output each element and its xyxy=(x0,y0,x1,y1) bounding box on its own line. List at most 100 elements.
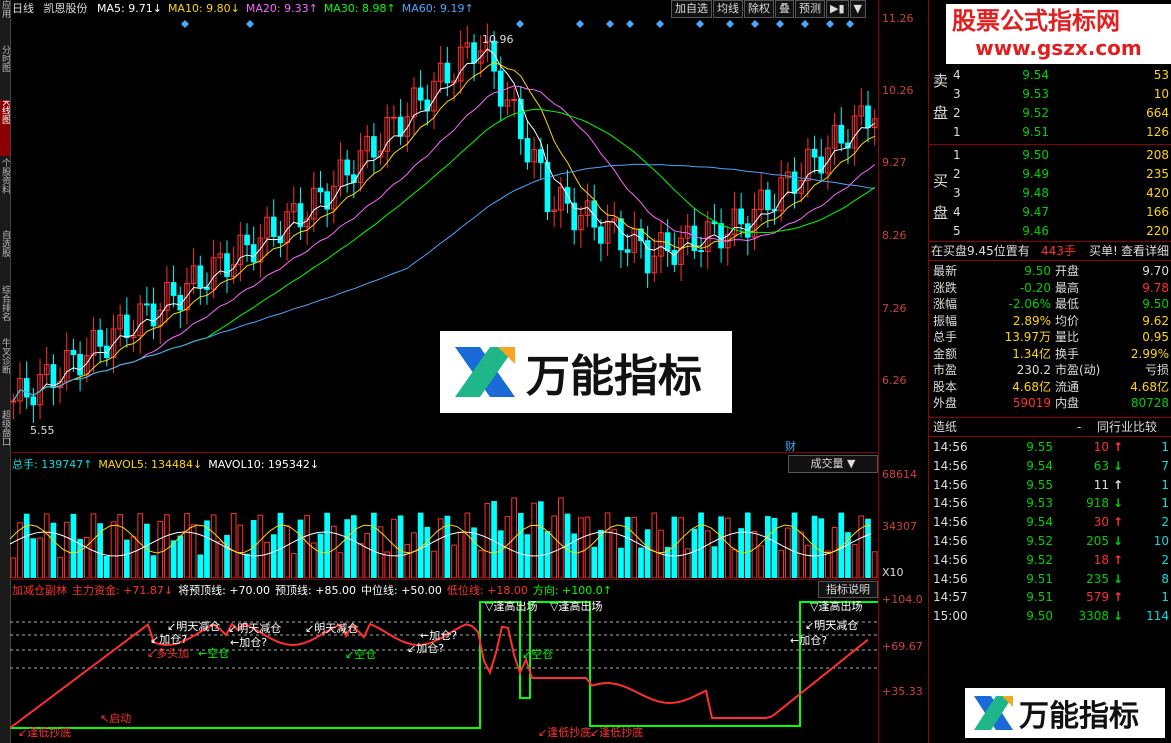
quote-value: 9.70 xyxy=(1142,264,1169,278)
tick-row: 14:56 9.51 235 ↓ 8 xyxy=(929,570,1171,588)
indicator-signal-label: ←加仓? xyxy=(230,636,268,649)
tick-count: 7 xyxy=(1161,458,1169,473)
watermark-logo-icon xyxy=(455,347,515,397)
indicator-help-button[interactable]: 指标说明 xyxy=(818,581,878,598)
level: 2 xyxy=(953,167,961,181)
volume-bar xyxy=(678,517,684,578)
candle-body xyxy=(444,62,451,84)
volume-indicator-select[interactable]: 成交量 ▼ xyxy=(788,455,878,473)
volume-bar xyxy=(197,554,204,578)
left-tab-5[interactable]: 综合排名 xyxy=(0,285,10,336)
left-tab-0[interactable]: 应用 xyxy=(0,0,10,43)
toolbar-button[interactable]: 除权 xyxy=(744,0,774,18)
tick-volume: 235 xyxy=(1086,571,1109,586)
buy-row: 2 9.49 235 xyxy=(929,165,1171,183)
candle-body xyxy=(517,98,524,140)
volume-bar xyxy=(391,518,397,578)
watermark-text: 万能指标 xyxy=(526,351,702,402)
tick-price: 9.54 xyxy=(1026,515,1053,530)
quote-value: 4.68亿 xyxy=(1012,379,1051,394)
arrow-up-icon: ↑ xyxy=(1113,552,1124,567)
volume-bar xyxy=(397,515,404,578)
industry-row: 造纸 - 同行业比较 xyxy=(929,418,1171,436)
candle-body xyxy=(838,124,845,144)
price: 9.51 xyxy=(1022,125,1049,139)
volume-bar xyxy=(744,512,751,578)
site-watermark-url: www.gszx.com xyxy=(975,36,1142,60)
quote-value: -2.06% xyxy=(1008,297,1051,311)
volume-legend-item: MAVOL5: 134484↓ xyxy=(98,458,203,471)
tick-price: 9.52 xyxy=(1026,552,1053,567)
quote-value: 59019 xyxy=(1012,396,1051,410)
candle-body xyxy=(70,349,77,355)
signal-diamond-icon xyxy=(801,20,809,28)
volume-bar xyxy=(244,553,250,578)
quote-value: 4.68亿 xyxy=(1130,379,1169,394)
toolbar-button[interactable]: ▼ xyxy=(849,0,866,18)
volume-bar xyxy=(818,518,825,578)
candle-body xyxy=(170,282,177,296)
quote-value: 230.2 xyxy=(1016,363,1051,377)
indicator-chart[interactable] xyxy=(10,598,878,738)
volume-bar xyxy=(344,519,351,578)
price: 9.54 xyxy=(1022,68,1049,82)
buy-row: 3 9.48 420 xyxy=(929,184,1171,202)
indicator-signal-label: ↙逢低抄底 xyxy=(538,726,592,739)
candle-body xyxy=(618,218,624,251)
tick-count: 2 xyxy=(1161,515,1169,530)
volume-chart[interactable] xyxy=(10,474,878,578)
tick-count: 1 xyxy=(1161,496,1169,511)
view-detail-link[interactable]: 查看详细 xyxy=(1121,242,1171,260)
volume-bar xyxy=(464,512,471,578)
toolbar-button[interactable]: 加自选 xyxy=(671,0,712,18)
tick-time: 14:56 xyxy=(933,534,968,548)
toolbar-button[interactable]: 预测 xyxy=(795,0,825,18)
volume-bar xyxy=(57,556,63,578)
tick-volume: 63 xyxy=(1093,458,1109,473)
toolbar-button[interactable]: 叠 xyxy=(775,0,794,18)
left-tab-4[interactable]: 自选股 xyxy=(0,230,10,283)
industry-compare-button[interactable]: 同行业比较 xyxy=(1097,418,1171,436)
toolbar-button[interactable]: ▶▮ xyxy=(826,0,849,18)
volume-bar xyxy=(751,530,758,578)
indicator-signal-label: ↙逢低抄底 xyxy=(590,726,644,739)
period-label[interactable]: 日线 xyxy=(12,2,34,15)
volume-bar xyxy=(10,557,17,578)
left-tab-6[interactable]: 牛叉诊断 xyxy=(0,338,10,408)
volume-bar xyxy=(237,524,244,578)
volume-bar xyxy=(110,521,117,578)
level: 4 xyxy=(953,205,961,219)
left-tab-1[interactable]: 分时图 xyxy=(0,45,10,98)
buy-row: 4 9.47 166 xyxy=(929,203,1171,221)
indicator-signal-label: ↙明天减仓 xyxy=(305,622,359,635)
volume-bar xyxy=(611,529,618,578)
quote-value: 13.97万 xyxy=(1004,330,1051,344)
corner-logo-icon xyxy=(974,696,1013,730)
volume-bar xyxy=(177,535,184,578)
quote-value: 1.34亿 xyxy=(1012,346,1051,361)
left-tab-3[interactable]: 个股资料 xyxy=(0,158,10,228)
big-order-info: 在买盘9.45位置有 443手 买单! 查看详细 xyxy=(929,242,1171,260)
volume-bar xyxy=(638,547,644,578)
volume-legend: 总手: 139747↑ MAVOL5: 134484↓ MAVOL10: 19534… xyxy=(12,456,325,472)
signal-diamond-icon xyxy=(576,20,584,28)
quote-row: 总手 13.97万 量比 0.95 xyxy=(929,328,1171,346)
left-tab-7[interactable]: 超级盘口 xyxy=(0,410,10,458)
ma-legend-item: MA5: 9.71↓ xyxy=(97,2,162,15)
tick-volume: 918 xyxy=(1086,496,1109,511)
volume-bar xyxy=(591,546,598,578)
indicator-signal-label: ←加仓? xyxy=(790,634,828,647)
candle-body xyxy=(537,149,544,163)
indicator-axis-low: +35.33 xyxy=(882,685,923,698)
candle-body xyxy=(317,187,324,193)
volume-bar xyxy=(264,541,270,578)
volume-bar xyxy=(90,513,97,578)
candle-body xyxy=(351,174,357,183)
price: 9.47 xyxy=(1022,205,1049,219)
info-text: 在买盘9.45位置有 xyxy=(931,244,1030,258)
toolbar-button[interactable]: 均线 xyxy=(713,0,743,18)
tick-volume: 10 xyxy=(1093,440,1109,454)
candle-body xyxy=(718,223,724,249)
quote-value: 80728 xyxy=(1130,396,1169,410)
left-tab-2[interactable]: K线图 xyxy=(0,100,10,156)
